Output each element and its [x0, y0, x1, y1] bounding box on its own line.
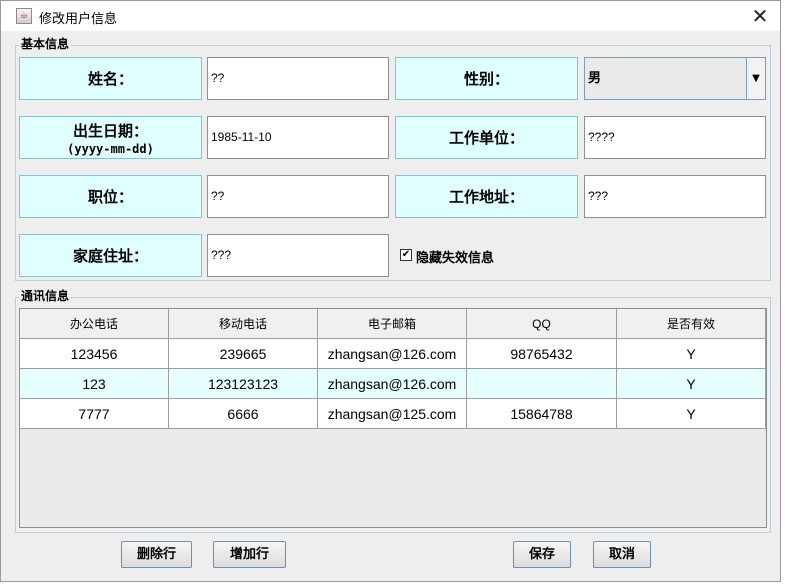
contact-table[interactable]: 办公电话 移动电话 电子邮箱 QQ 是否有效 123456 239665 zha… — [19, 308, 767, 528]
employer-label-text: 工作单位： — [448, 129, 524, 147]
chevron-down-icon[interactable]: ▼ — [746, 58, 765, 99]
name-label: 姓名： — [19, 57, 202, 100]
table-cell[interactable]: Y — [617, 399, 766, 429]
column-header[interactable]: 移动电话 — [169, 309, 318, 339]
table-cell[interactable]: 15864788 — [467, 399, 617, 429]
birth-date-label-text: 出生日期： — [72, 121, 148, 140]
work-address-label: 工作地址： — [395, 175, 578, 218]
table-cell[interactable]: 123 — [20, 369, 169, 399]
name-field[interactable]: ?? — [207, 57, 389, 100]
employer-label: 工作单位： — [395, 116, 578, 159]
work-address-field[interactable]: ??? — [584, 175, 766, 218]
name-label-text: 姓名： — [87, 70, 133, 88]
table-cell[interactable]: 123123123 — [169, 369, 318, 399]
gender-select[interactable]: 男 ▼ — [584, 57, 766, 100]
work-address-label-text: 工作地址： — [448, 188, 524, 206]
home-address-label: 家庭住址： — [19, 234, 202, 277]
position-field[interactable]: ?? — [207, 175, 389, 218]
close-icon[interactable]: ✕ — [740, 1, 780, 31]
home-address-field[interactable]: ??? — [207, 234, 389, 277]
hide-invalid-label[interactable]: 隐藏失效信息 — [416, 247, 494, 266]
column-header[interactable]: 电子邮箱 — [318, 309, 467, 339]
title-bar[interactable]: ☕ 修改用户信息 ✕ — [1, 1, 780, 31]
birth-date-label: 出生日期： (yyyy-mm-dd) — [19, 116, 202, 159]
cancel-button[interactable]: 取消 — [593, 541, 651, 568]
table-cell[interactable]: Y — [617, 369, 766, 399]
column-header[interactable]: 办公电话 — [20, 309, 169, 339]
position-label-text: 职位： — [87, 188, 133, 206]
table-cell[interactable]: 239665 — [169, 339, 318, 369]
dialog-window: ☕ 修改用户信息 ✕ 基本信息 姓名： ?? 性别： 男 ▼ 出生日期： (yy… — [0, 0, 781, 582]
birth-date-field[interactable]: 1985-11-10 — [207, 116, 389, 159]
table-cell[interactable]: zhangsan@126.com — [318, 339, 467, 369]
table-cell[interactable]: Y — [617, 339, 766, 369]
gender-select-value: 男 — [588, 71, 602, 86]
employer-field[interactable]: ???? — [584, 116, 766, 159]
birth-date-format-hint: (yyyy-mm-dd) — [67, 141, 154, 156]
table-cell[interactable]: 7777 — [20, 399, 169, 429]
window-title: 修改用户信息 — [39, 12, 118, 27]
java-app-icon: ☕ — [16, 8, 32, 24]
position-label: 职位： — [19, 175, 202, 218]
save-button[interactable]: 保存 — [513, 541, 571, 568]
hide-invalid-checkbox[interactable]: ✔ — [400, 249, 412, 261]
column-header[interactable]: 是否有效 — [617, 309, 766, 339]
table-cell[interactable]: 6666 — [169, 399, 318, 429]
delete-row-button[interactable]: 删除行 — [121, 541, 192, 568]
contact-info-legend: 通讯信息 — [19, 289, 72, 303]
table-cell[interactable] — [467, 369, 617, 399]
table-cell[interactable]: zhangsan@125.com — [318, 399, 467, 429]
add-row-button[interactable]: 增加行 — [213, 541, 286, 568]
basic-info-legend: 基本信息 — [19, 37, 72, 51]
gender-label: 性别： — [395, 57, 578, 100]
table-cell[interactable]: 123456 — [20, 339, 169, 369]
gender-label-text: 性别： — [463, 70, 509, 88]
home-address-label-text: 家庭住址： — [72, 247, 148, 265]
column-header[interactable]: QQ — [467, 309, 617, 339]
table-cell[interactable]: 98765432 — [467, 339, 617, 369]
table-cell[interactable]: zhangsan@126.com — [318, 369, 467, 399]
